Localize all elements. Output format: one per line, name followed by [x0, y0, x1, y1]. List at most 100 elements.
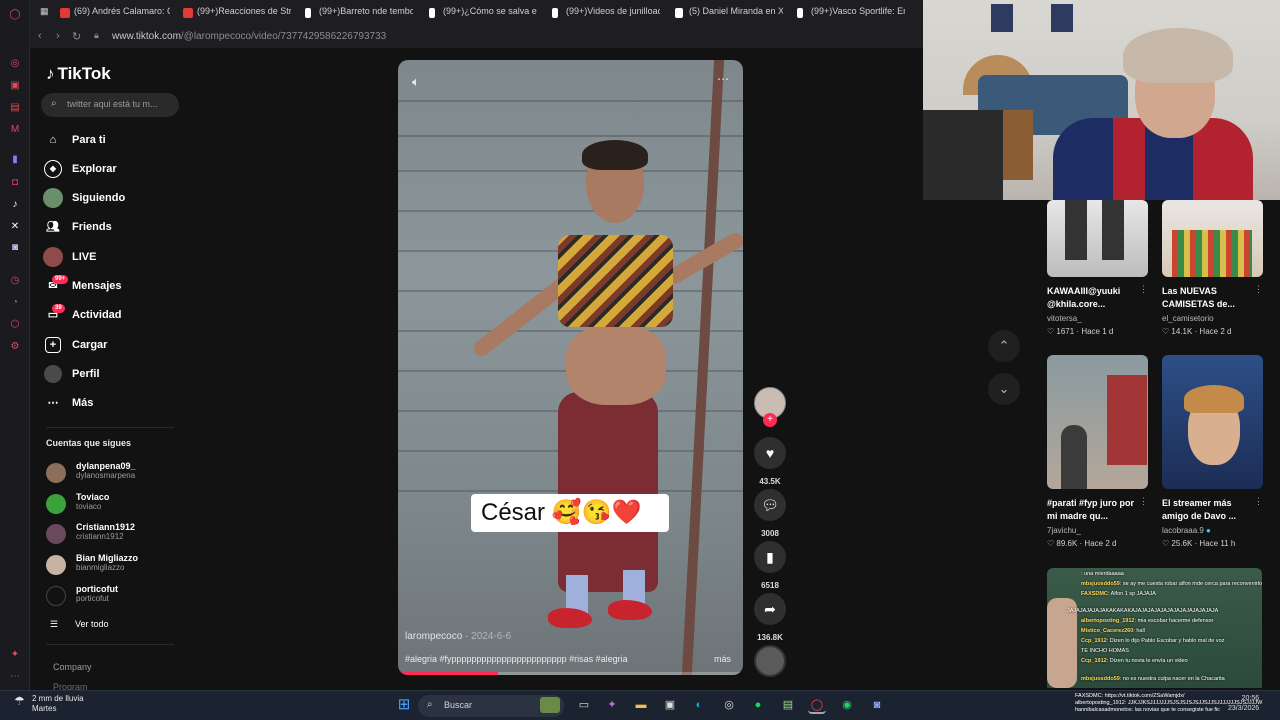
account-item[interactable]: porticofut porticofut: [46, 584, 118, 610]
see-all-link[interactable]: ☰ Ver todo: [48, 619, 109, 629]
music-disc-icon[interactable]: [754, 645, 786, 677]
nav-mas[interactable]: ⋯ Más: [44, 392, 94, 414]
windows-start-icon[interactable]: ⊞: [395, 696, 413, 714]
account-item[interactable]: Cristiann1912 cristiann1912: [46, 522, 135, 548]
related-video-card[interactable]: Las NUEVAS CAMISETAS de... el_camisetori…: [1162, 200, 1263, 336]
reload-icon[interactable]: ↻: [72, 30, 81, 43]
spotify-icon[interactable]: ●: [749, 696, 767, 714]
comment-action[interactable]: 💬︎ 3008: [754, 489, 786, 538]
following-icon: [43, 188, 63, 208]
tab-4[interactable]: (99+)¿Cómo se salva en: [429, 6, 537, 24]
system-clock[interactable]: 20:56 23/3/2026: [1228, 694, 1259, 714]
video-hashtags[interactable]: #alegria #fyppppppppppppppppppppppp #ris…: [405, 654, 705, 664]
gmail-icon[interactable]: M: [8, 123, 22, 137]
chat-msg: TE INCHO HOMAS: [1081, 648, 1129, 654]
extensions-icon[interactable]: ⬡: [8, 318, 22, 332]
back-icon[interactable]: ‹: [38, 30, 42, 42]
chat-line: Mistico_Cacerez260: hall: [1081, 628, 1145, 634]
search-input[interactable]: ⌕ twitter aqui está tu m...: [41, 93, 179, 117]
news-icon[interactable]: ▤: [8, 101, 22, 115]
tab-7[interactable]: (99+)Vasco Sportlife: Em: [797, 6, 905, 24]
nav-cargar[interactable]: + Cargar: [44, 334, 107, 356]
gaming-chair: [923, 110, 1003, 200]
more-dots-icon[interactable]: ⋯: [8, 670, 22, 684]
weather-widget[interactable]: ☂ 2 mm de lluvia Martes: [14, 694, 84, 714]
video-progress-bar[interactable]: [398, 672, 743, 675]
nav-explorar[interactable]: ◆ Explorar: [44, 158, 117, 180]
x-icon[interactable]: ✕: [8, 220, 22, 234]
volume-icon[interactable]: 🔈︎: [412, 74, 420, 90]
steam-icon[interactable]: ◎: [720, 696, 738, 714]
account-item[interactable]: dylanpena09_ dylanosmarpena: [46, 461, 136, 487]
task-view-icon[interactable]: ▭: [575, 696, 593, 714]
nav-para-ti[interactable]: ⌂ Para ti: [44, 129, 106, 151]
like-action[interactable]: ♥ 43.5K: [754, 437, 786, 486]
tab-3[interactable]: (99+)Barreto nde tembo: [305, 6, 413, 24]
more-options-icon[interactable]: ⋮: [1254, 284, 1263, 295]
tab-overview-icon[interactable]: ▦: [40, 6, 58, 24]
settings-icon[interactable]: ⚙: [8, 340, 22, 354]
aria-icon[interactable]: ◎: [8, 57, 22, 71]
video-author-line[interactable]: larompecoco · 2024-6-6: [405, 631, 511, 642]
share-action[interactable]: ➦ 136.8K: [754, 593, 786, 642]
discord-icon[interactable]: ◙: [868, 696, 886, 714]
more-options-icon[interactable]: ⋮: [1254, 496, 1263, 507]
discord-icon[interactable]: ◙: [8, 241, 22, 255]
follow-plus-icon[interactable]: +: [763, 413, 777, 427]
nav-mensajes[interactable]: ✉ 99+ Mensajes: [44, 275, 122, 297]
tab-5[interactable]: (99+)Videos de junilloac: [552, 6, 660, 24]
account-item[interactable]: Toviaco toviaco: [46, 492, 109, 518]
store-icon[interactable]: ▣: [661, 696, 679, 714]
account-item[interactable]: Bian Migliazzo bianmigliazzo: [46, 553, 138, 579]
thumb-person: [1061, 425, 1087, 489]
nav-perfil[interactable]: Perfil: [44, 363, 100, 385]
tab-1[interactable]: (69) Andrés Calamaro: C: [60, 6, 170, 24]
edge-icon[interactable]: ◐: [690, 696, 708, 714]
avatar: [46, 463, 66, 483]
twitch-icon[interactable]: ▮: [8, 153, 22, 167]
bookmarks-icon[interactable]: ▣: [8, 79, 22, 93]
tiktok-icon[interactable]: ♪: [8, 198, 22, 212]
account-name: dylanpena09_: [76, 461, 136, 471]
more-options-icon[interactable]: ⋮: [1139, 284, 1148, 295]
related-meta: ♡ 14.1K · Hace 2 d: [1162, 327, 1232, 336]
history-icon[interactable]: ◷: [8, 274, 22, 288]
clock-icon[interactable]: ◔: [8, 296, 22, 310]
nav-label: Para ti: [72, 134, 106, 146]
nav-siguiendo[interactable]: Siguiendo: [43, 187, 125, 209]
tab-6[interactable]: (5) Daniel Miranda en X:: [675, 6, 783, 24]
url-field[interactable]: www.tiktok.com/@larompecoco/video/737742…: [112, 31, 386, 42]
next-video-button[interactable]: ⌄: [988, 373, 1020, 405]
related-video-card[interactable]: KAWAAIII@yuuki @khila.core... vitotersa_…: [1047, 200, 1148, 336]
related-user: el_camisetorio: [1162, 314, 1214, 323]
forward-icon[interactable]: ›: [56, 30, 60, 42]
save-action[interactable]: ▮ 6518: [754, 541, 786, 590]
url-path: /@larompecoco/video/7377429586226793733: [180, 31, 387, 42]
video-player[interactable]: 🔈︎ ⋯ César 🥰😘❤️ larompecoco · 2024-6-6 #…: [398, 60, 743, 675]
chat-user: albertoposting_1912: [1081, 618, 1135, 624]
opera-icon[interactable]: ◯: [8, 8, 22, 22]
more-options-icon[interactable]: ⋯: [717, 72, 729, 86]
nav-friends[interactable]: 👥︎ Friends: [44, 216, 112, 238]
opera-gx-icon[interactable]: ◯: [808, 696, 826, 714]
chat-user: Mistico_Cacerez260: [1081, 628, 1134, 634]
tiktok-logo[interactable]: ♪ TikTok: [46, 64, 111, 84]
instagram-icon[interactable]: ◘: [8, 176, 22, 190]
nav-actividad[interactable]: ▭ 39 Actividad: [44, 304, 122, 326]
gx-icon[interactable]: ✦: [8, 648, 22, 662]
copilot-icon[interactable]: ✦: [603, 696, 621, 714]
nav-live[interactable]: LIVE: [43, 246, 96, 268]
more-link[interactable]: más: [714, 654, 731, 664]
related-video-card[interactable]: El streamer más amigo de Davo ... lacobr…: [1162, 355, 1263, 548]
company-link[interactable]: Company: [53, 662, 92, 672]
whatsapp-icon[interactable]: ◉: [838, 696, 856, 714]
thumb-wall: [1107, 375, 1147, 465]
previous-video-button[interactable]: ⌃: [988, 330, 1020, 362]
tab-2[interactable]: (99+)Reacciones de Stre: [183, 6, 291, 24]
related-likes: 1671: [1056, 327, 1075, 336]
more-options-icon[interactable]: ⋮: [1139, 496, 1148, 507]
account-user: cristiann1912: [76, 532, 124, 541]
file-explorer-icon[interactable]: ▬: [632, 696, 650, 714]
notepad-icon[interactable]: ▤: [779, 696, 797, 714]
related-video-card[interactable]: #parati #fyp juro por mi madre qu... 7ja…: [1047, 355, 1148, 548]
